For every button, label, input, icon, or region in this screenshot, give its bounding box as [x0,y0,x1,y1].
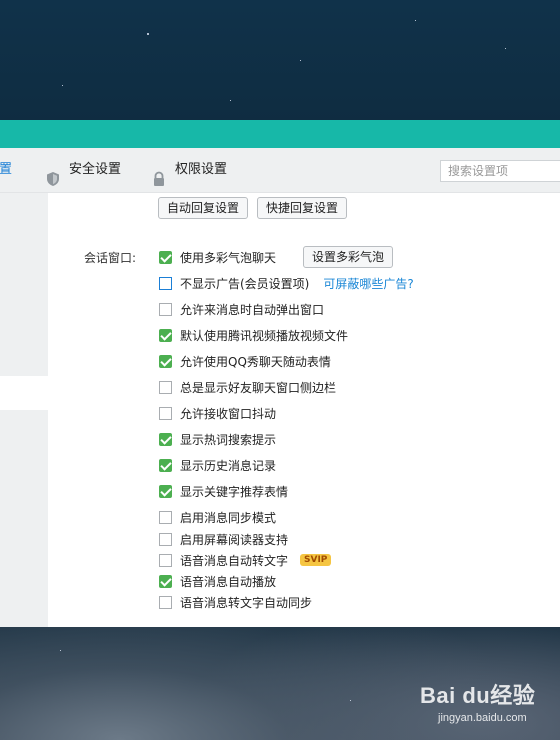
quick-reply-settings-label: 快捷回复设置 [266,201,339,215]
checkbox-show-sidebar[interactable] [159,380,172,394]
option-keyword-emotes[interactable]: 显示关键字推荐表情 [159,483,288,499]
tab-permissions-label: 权限设置 [175,162,228,177]
checkbox-auto-popup[interactable] [159,302,172,316]
tab-general[interactable]: 置 [0,148,12,192]
tab-security[interactable]: 安全设置 [45,148,121,192]
svip-badge: SVIP [300,554,332,566]
option-window-shake[interactable]: 允许接收窗口抖动 [159,405,276,421]
option-label: 允许来消息时自动弹出窗口 [180,302,325,317]
option-tencent-video[interactable]: 默认使用腾讯视频播放视频文件 [159,327,348,343]
checkbox-colorful-bubble[interactable] [159,250,172,264]
option-label: 启用屏幕阅读器支持 [180,532,289,547]
set-bubble-label: 设置多彩气泡 [312,250,385,264]
title-bar [0,120,560,148]
option-label: 使用多彩气泡聊天 [180,250,277,265]
lock-icon [151,162,167,186]
option-label: 语音消息转文字自动同步 [180,595,313,610]
tab-permissions[interactable]: 权限设置 [151,148,227,192]
option-hot-search[interactable]: 显示热词搜索提示 [159,431,276,447]
checkbox-qq-show-emotes[interactable] [159,354,172,368]
option-colorful-bubble[interactable]: 使用多彩气泡聊天 [159,249,276,265]
section-label-chat-window: 会话窗口: [84,251,137,265]
option-label: 显示关键字推荐表情 [180,484,289,499]
option-message-sync[interactable]: 启用消息同步模式 [159,509,276,525]
search-input[interactable]: 搜索设置项 [440,160,560,182]
auto-reply-settings-button[interactable]: 自动回复设置 [158,197,249,219]
option-voice-autoplay[interactable]: 语音消息自动播放 [159,573,276,589]
tab-bar: 置 安全设置 权限设置 搜索设置项 [0,148,560,193]
baidu-jingyan-watermark: Bai du经验 jingyan.baidu.com [420,678,535,724]
option-label: 不显示广告(会员设置项) [180,276,310,291]
option-label: 允许使用QQ秀聊天随动表情 [180,354,331,369]
option-label: 显示历史消息记录 [180,458,277,473]
checkbox-hide-ads[interactable] [159,276,172,290]
sidebar-gap [0,376,48,410]
shield-icon [45,162,61,186]
sidebar [0,193,48,627]
checkbox-tencent-video[interactable] [159,328,172,342]
checkbox-screen-reader[interactable] [159,532,172,546]
watermark-brand: Bai du经验 [420,683,536,708]
ads-info-link[interactable]: 可屏蔽哪些广告? [323,275,413,292]
option-voice-text-sync[interactable]: 语音消息转文字自动同步 [159,594,312,610]
checkbox-hot-search[interactable] [159,432,172,446]
option-qq-show-emotes[interactable]: 允许使用QQ秀聊天随动表情 [159,353,331,369]
checkbox-history[interactable] [159,458,172,472]
search-placeholder: 搜索设置项 [448,164,509,178]
option-label: 总是显示好友聊天窗口侧边栏 [180,380,337,395]
checkbox-voice-autoplay[interactable] [159,574,172,588]
settings-window: 置 安全设置 权限设置 搜索设置项 自动回复设置 快捷回复设置 会话窗口: 设置… [0,120,560,627]
set-bubble-button[interactable]: 设置多彩气泡 [303,246,394,268]
option-label: 允许接收窗口抖动 [180,406,277,421]
option-label: 语音消息自动转文字 [180,553,289,568]
quick-reply-settings-button[interactable]: 快捷回复设置 [257,197,348,219]
option-history[interactable]: 显示历史消息记录 [159,457,276,473]
checkbox-voice-text-sync[interactable] [159,595,172,609]
watermark-url: jingyan.baidu.com [438,712,527,724]
checkbox-keyword-emotes[interactable] [159,484,172,498]
option-hide-ads[interactable]: 不显示广告(会员设置项) 可屏蔽哪些广告? [159,275,414,291]
option-label: 默认使用腾讯视频播放视频文件 [180,328,349,343]
tab-general-label: 置 [0,162,13,177]
checkbox-window-shake[interactable] [159,406,172,420]
option-label: 启用消息同步模式 [180,510,277,525]
option-auto-popup[interactable]: 允许来消息时自动弹出窗口 [159,301,324,317]
checkbox-message-sync[interactable] [159,510,172,524]
option-voice-to-text[interactable]: 语音消息自动转文字 SVIP [159,552,332,568]
option-label: 显示热词搜索提示 [180,432,277,447]
tab-security-label: 安全设置 [69,162,122,177]
auto-reply-settings-label: 自动回复设置 [167,201,240,215]
option-label: 语音消息自动播放 [180,574,277,589]
option-screen-reader[interactable]: 启用屏幕阅读器支持 [159,531,288,547]
checkbox-voice-to-text[interactable] [159,553,172,567]
option-show-sidebar[interactable]: 总是显示好友聊天窗口侧边栏 [159,379,336,395]
